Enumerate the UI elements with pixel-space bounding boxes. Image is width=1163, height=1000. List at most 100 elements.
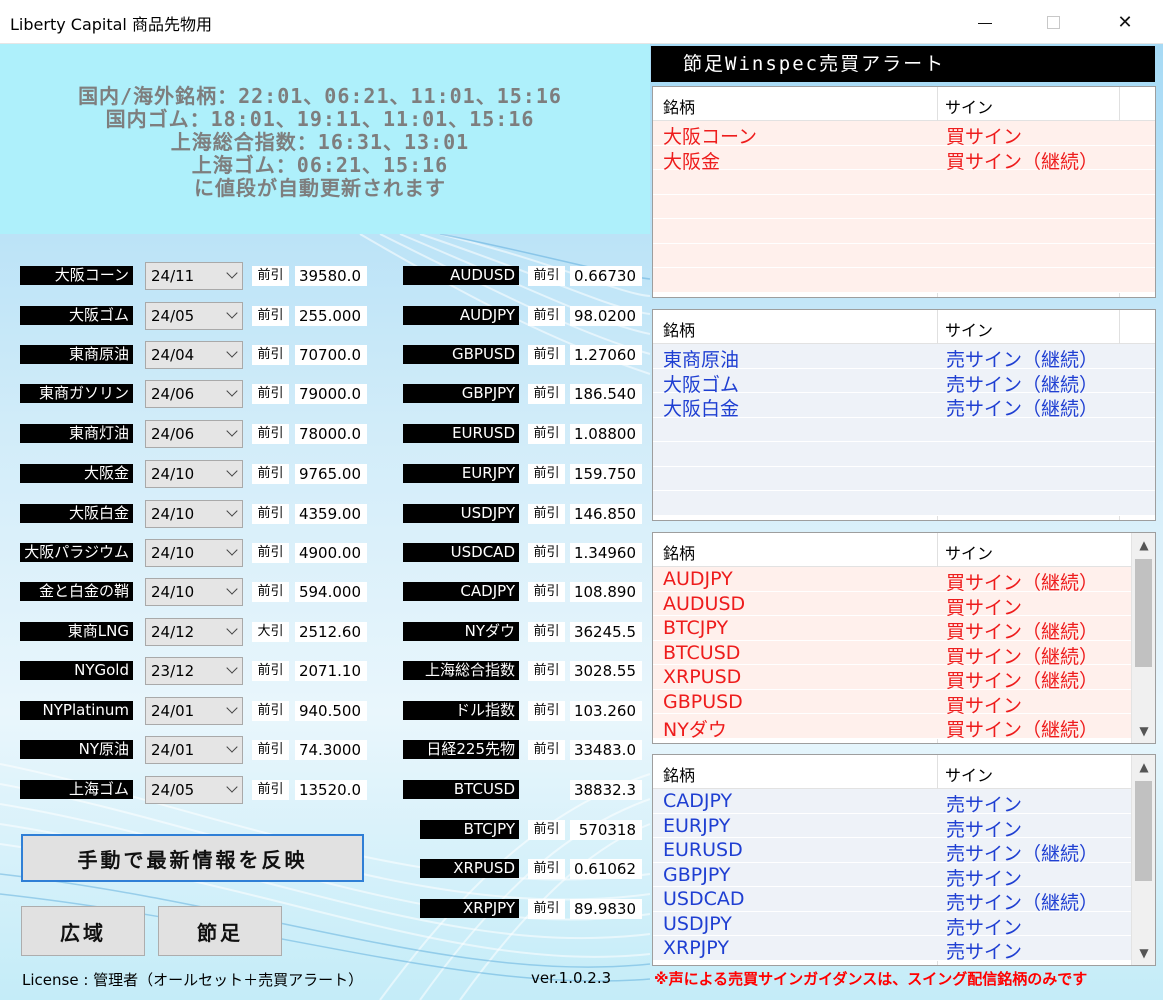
price-type-label: 前引 xyxy=(252,780,289,800)
alert-row-empty xyxy=(653,194,1155,219)
alert-header: 節足Winspec売買アラート xyxy=(651,46,1155,82)
price-value: 78000.0 xyxy=(295,424,367,444)
scrollbar-thumb[interactable] xyxy=(1135,781,1152,881)
price-type-label: 前引 xyxy=(528,384,565,404)
contract-month-select[interactable]: 24/06 xyxy=(145,420,243,448)
contract-month-value: 24/06 xyxy=(151,425,195,443)
manual-refresh-button[interactable]: 手動で最新情報を反映 xyxy=(21,834,364,882)
alert-instrument: BTCJPY xyxy=(663,617,729,639)
alert-table-header: 銘柄 サイン xyxy=(653,310,1155,344)
scroll-up-icon[interactable]: ▲ xyxy=(1132,755,1155,779)
alert-row[interactable]: AUDJPY 買サイン（継続） xyxy=(653,567,1155,594)
price-type-label: 前引 xyxy=(528,820,565,840)
alert-row[interactable]: BTCUSD 買サイン（継続） xyxy=(653,640,1155,668)
alert-row[interactable]: XRPJPY 売サイン xyxy=(653,936,1155,963)
price-value: 0.61062 xyxy=(570,859,642,879)
price-type-label: 前引 xyxy=(528,266,565,286)
price-value: 186.540 xyxy=(570,384,642,404)
alert-row[interactable]: EURJPY 売サイン xyxy=(653,813,1155,841)
price-type-label: 前引 xyxy=(528,306,565,326)
alert-row[interactable]: 大阪金 買サイン（継続） xyxy=(653,145,1155,173)
alert-row-empty xyxy=(653,442,1155,467)
commodity-name: 大阪パラジウム xyxy=(20,543,133,562)
price-type-label: 前引 xyxy=(528,661,565,681)
price-type-label: 前引 xyxy=(528,543,565,563)
overseas-buy-alert-panel[interactable]: 銘柄 サイン AUDJPY 買サイン（継続） AUDUSD 買サイン BTCJPY 買… xyxy=(652,532,1156,744)
commodity-name: 大阪金 xyxy=(20,464,133,483)
instrument-name: AUDJPY xyxy=(403,306,519,325)
alert-row-empty xyxy=(653,170,1155,195)
update-schedule-panel: 国内/海外銘柄：22:01、06:21、11:01、15:16 国内ゴム：18:… xyxy=(0,44,650,234)
scroll-down-icon[interactable]: ▼ xyxy=(1132,941,1155,965)
price-value: 13520.0 xyxy=(295,780,367,800)
alert-row[interactable]: 東商原油 売サイン（継続） xyxy=(653,344,1155,371)
contract-month-select[interactable]: 24/10 xyxy=(145,578,243,606)
contract-month-select[interactable]: 24/05 xyxy=(145,776,243,804)
commodity-name: 大阪ゴム xyxy=(20,306,133,325)
minimize-button[interactable] xyxy=(956,0,1014,44)
alert-row[interactable]: 大阪コーン 買サイン xyxy=(653,121,1155,148)
scrollbar-thumb[interactable] xyxy=(1135,559,1152,667)
chevron-down-icon xyxy=(226,583,238,595)
alert-row-empty xyxy=(653,219,1155,244)
close-button[interactable]: ✕ xyxy=(1096,0,1154,44)
alert-row[interactable]: XRPUSD 買サイン（継続） xyxy=(653,665,1155,692)
contract-month-select[interactable]: 24/10 xyxy=(145,460,243,488)
contract-month-select[interactable]: 24/01 xyxy=(145,736,243,764)
contract-month-select[interactable]: 24/12 xyxy=(145,618,243,646)
bar-chart-button[interactable]: 節足 xyxy=(158,906,282,956)
alert-row[interactable]: AUDUSD 買サイン xyxy=(653,591,1155,619)
vertical-scrollbar[interactable]: ▲ ▼ xyxy=(1131,533,1155,743)
contract-month-select[interactable]: 24/04 xyxy=(145,341,243,369)
price-value: 98.0200 xyxy=(570,306,642,326)
contract-month-select[interactable]: 24/05 xyxy=(145,302,243,330)
domestic-buy-alert-panel[interactable]: 銘柄 サイン 大阪コーン 買サイン 大阪金 買サイン（継続） xyxy=(652,86,1156,298)
commodity-name: 大阪白金 xyxy=(20,504,133,523)
vertical-scrollbar[interactable]: ▲ ▼ xyxy=(1131,755,1155,965)
alert-row[interactable]: BTCJPY 買サイン（継続） xyxy=(653,616,1155,643)
alert-rows: AUDJPY 買サイン（継続） AUDUSD 買サイン BTCJPY 買サイン（継続）… xyxy=(653,567,1155,741)
contract-month-select[interactable]: 24/01 xyxy=(145,697,243,725)
price-value: 1.27060 xyxy=(570,345,642,365)
contract-month-select[interactable]: 24/10 xyxy=(145,500,243,528)
price-value: 1.08800 xyxy=(570,424,642,444)
alert-row[interactable]: 大阪ゴム 売サイン（継続） xyxy=(653,368,1155,396)
contract-month-select[interactable]: 24/06 xyxy=(145,380,243,408)
column-header-sign: サイン xyxy=(945,544,994,563)
alert-instrument: NYダウ xyxy=(663,719,727,741)
overseas-sell-alert-panel[interactable]: 銘柄 サイン CADJPY 売サイン EURJPY 売サイン EURUSD 売サイン（… xyxy=(652,754,1156,966)
scroll-down-icon[interactable]: ▼ xyxy=(1132,719,1155,743)
alert-row[interactable]: USDJPY 売サイン xyxy=(653,911,1155,939)
contract-month-select[interactable]: 24/11 xyxy=(145,262,243,290)
alert-row[interactable]: GBPJPY 売サイン xyxy=(653,862,1155,890)
instrument-name: XRPJPY xyxy=(420,899,519,918)
window-title: Liberty Capital 商品先物用 xyxy=(10,15,212,34)
alert-row[interactable]: EURUSD 売サイン（継続） xyxy=(653,838,1155,865)
chevron-down-icon xyxy=(226,781,238,793)
alert-row-empty xyxy=(653,466,1155,491)
wide-area-button[interactable]: 広域 xyxy=(21,906,145,956)
contract-month-select[interactable]: 23/12 xyxy=(145,657,243,685)
scroll-up-icon[interactable]: ▲ xyxy=(1132,533,1155,557)
price-type-label: 前引 xyxy=(252,661,289,681)
alert-row[interactable]: 大阪白金 売サイン（継続） xyxy=(653,393,1155,420)
commodity-name: 東商LNG xyxy=(20,622,133,641)
main-client-area: 国内/海外銘柄：22:01、06:21、11:01、15:16 国内ゴム：18:… xyxy=(0,44,1163,1000)
alert-row-empty xyxy=(653,417,1155,442)
alert-row[interactable]: USDCAD 売サイン（継続） xyxy=(653,887,1155,914)
maximize-button[interactable] xyxy=(1024,0,1082,44)
chevron-down-icon xyxy=(226,307,238,319)
chevron-down-icon xyxy=(226,505,238,517)
column-header-name: 銘柄 xyxy=(663,321,696,340)
domestic-sell-alert-panel[interactable]: 銘柄 サイン 東商原油 売サイン（継続） 大阪ゴム 売サイン（継続） 大阪白金 売サイ… xyxy=(652,309,1156,521)
contract-month-value: 24/10 xyxy=(151,583,195,601)
contract-month-select[interactable]: 24/10 xyxy=(145,539,243,567)
price-type-label: 前引 xyxy=(528,622,565,642)
price-type-label: 前引 xyxy=(528,859,565,879)
alert-row[interactable]: CADJPY 売サイン xyxy=(653,789,1155,816)
alert-table-header: 銘柄 サイン xyxy=(653,755,1155,789)
commodity-name: 上海ゴム xyxy=(20,780,133,799)
alert-row[interactable]: GBPUSD 買サイン xyxy=(653,689,1155,717)
alert-instrument: GBPJPY xyxy=(663,863,731,886)
alert-row[interactable]: NYダウ 買サイン（継続） xyxy=(653,714,1155,741)
